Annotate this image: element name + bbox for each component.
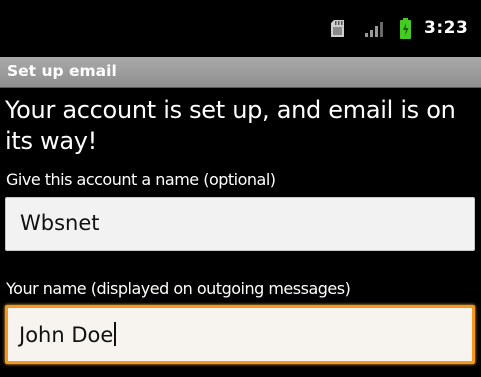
screen-title: Set up email [7,62,117,80]
status-clock: 3:23 [424,18,469,38]
your-name-field[interactable]: John Doe [5,305,475,364]
title-bar: Set up email [0,57,481,88]
setup-complete-message: Your account is set up, and email is on … [5,96,456,155]
email-setup-screen: 3:23 Set up email Your account is set up… [0,0,481,377]
battery-icon [400,18,411,39]
account-name-field[interactable]: Wbsnet [5,197,475,251]
account-name-label: Give this account a name (optional) [6,170,276,189]
your-name-value: John Doe [19,322,117,347]
sd-card-icon [331,20,344,37]
your-name-label: Your name (displayed on outgoing message… [6,279,351,298]
text-cursor [114,322,117,346]
account-name-value: Wbsnet [20,211,100,235]
status-bar: 3:23 [0,0,481,56]
your-name-text: John Doe [19,323,114,347]
signal-icon [365,22,383,37]
